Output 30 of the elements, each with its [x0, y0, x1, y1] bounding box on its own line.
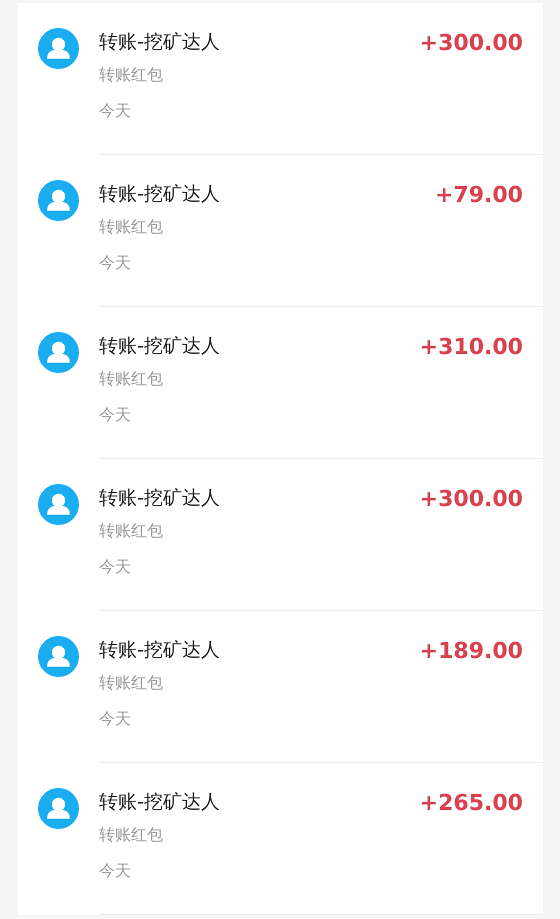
transaction-amount: +300.00: [420, 31, 523, 56]
avatar-icon: [38, 180, 79, 221]
transaction-title: 转账-挖矿达人: [99, 486, 221, 511]
transaction-type: 转账红包: [99, 368, 164, 390]
transaction-amount: +300.00: [420, 487, 523, 512]
transaction-title: 转账-挖矿达人: [99, 334, 221, 359]
transaction-date: 今天: [99, 252, 132, 274]
avatar-icon: [38, 788, 79, 829]
transaction-type: 转账红包: [99, 64, 164, 86]
transaction-type: 转账红包: [99, 824, 164, 846]
transaction-date: 今天: [99, 404, 132, 426]
avatar-icon: [38, 636, 79, 677]
transaction-date: 今天: [99, 860, 132, 882]
avatar-icon: [38, 28, 79, 69]
transaction-title: 转账-挖矿达人: [99, 638, 221, 663]
avatar-icon: [38, 332, 79, 373]
transaction-amount: +265.00: [420, 791, 523, 816]
transaction-amount: +310.00: [420, 335, 523, 360]
transaction-date: 今天: [99, 556, 132, 578]
transaction-type: 转账红包: [99, 216, 164, 238]
avatar-icon: [38, 484, 79, 525]
transaction-title: 转账-挖矿达人: [99, 30, 221, 55]
transaction-amount: +189.00: [420, 639, 523, 664]
transaction-type: 转账红包: [99, 520, 164, 542]
transaction-date: 今天: [99, 708, 132, 730]
transaction-type: 转账红包: [99, 672, 164, 694]
transaction-title: 转账-挖矿达人: [99, 182, 221, 207]
transaction-title: 转账-挖矿达人: [99, 790, 221, 815]
transaction-date: 今天: [99, 100, 132, 122]
transaction-amount: +79.00: [434, 183, 523, 208]
